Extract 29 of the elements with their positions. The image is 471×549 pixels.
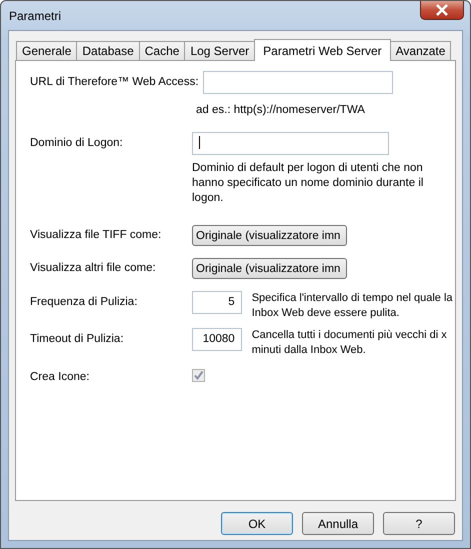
- tab[interactable]: Generale: [16, 41, 78, 60]
- input-field[interactable]: [192, 132, 389, 155]
- dropdown[interactable]: Originale (visualizzatore imn: [192, 258, 347, 279]
- input-field[interactable]: 5: [192, 291, 242, 314]
- input-field[interactable]: [202, 71, 393, 94]
- tab[interactable]: Log Server: [184, 41, 256, 60]
- field-label: Crea Icone:: [30, 370, 90, 385]
- tab[interactable]: Parametri Web Server: [254, 39, 391, 61]
- description-text: Cancella tutti i documenti più vecchi di x minuti dalla Inbox Web.: [252, 328, 448, 358]
- tab[interactable]: Database: [76, 41, 140, 60]
- dialog-button[interactable]: ?: [383, 512, 455, 535]
- dropdown[interactable]: Originale (visualizzatore imn: [192, 225, 347, 246]
- description-text: Specifica l'intervallo di tempo nel quale la Inbox Web deve essere pulita.: [252, 291, 454, 321]
- tab[interactable]: Cache: [138, 41, 186, 60]
- dialog-button[interactable]: Annulla: [302, 512, 374, 535]
- field-label: URL di Therefore™ Web Access:: [30, 75, 199, 90]
- input-field[interactable]: 10080: [192, 328, 242, 351]
- field-label: Visualizza file TIFF come:: [30, 228, 162, 243]
- close-button[interactable]: [420, 1, 464, 20]
- tab[interactable]: Avanzate: [390, 41, 452, 60]
- field-label: Frequenza di Pulizia:: [30, 295, 138, 310]
- field-label: Dominio di Logon:: [30, 136, 124, 151]
- close-icon: [435, 4, 449, 16]
- window-title: Parametri: [9, 8, 62, 22]
- description-text: Dominio di default per logon di utenti che non hanno specificato un nome dominio durante il logon.: [192, 161, 424, 206]
- description-text: ad es.: http(s)://nomeserver/TWA: [196, 103, 366, 118]
- field-label: Visualizza altri file come:: [30, 261, 157, 276]
- field-label: Timeout di Pulizia:: [30, 332, 125, 347]
- dialog-button[interactable]: OK: [221, 512, 293, 535]
